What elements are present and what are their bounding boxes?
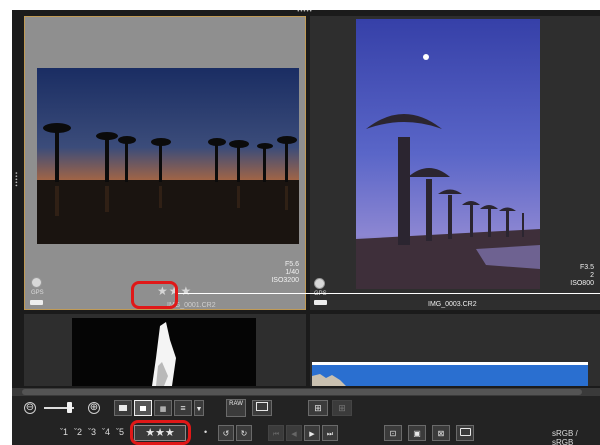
gps-label: GPS	[314, 291, 327, 297]
grid-small-icon: ▦	[159, 406, 167, 413]
edit-tag-icon	[314, 300, 327, 305]
zoom-out-button[interactable]: ⊖	[24, 402, 36, 414]
raw-button[interactable]: RAW	[226, 399, 246, 417]
callout-line	[178, 293, 600, 294]
edit-tag-icon	[30, 300, 43, 305]
star-rating-highlight	[131, 281, 178, 309]
thumbnail-image-sunset-baobabs	[37, 68, 299, 244]
thumbnail-cell[interactable]	[24, 314, 306, 386]
thumbnail-cell[interactable]: F3.5 2 ISO800 GPS IMG_0003.CR2	[310, 16, 600, 310]
skip-forward-icon: ⏭	[326, 431, 334, 438]
grid-icon: ⊞	[314, 403, 322, 413]
iso-value: ISO3200	[271, 277, 299, 284]
rating-1-button[interactable]: ˇ1	[60, 424, 68, 440]
color-profile-label: sRGB / sRGB	[552, 429, 578, 445]
grid-view-alt-button[interactable]: ⊞	[332, 400, 352, 416]
camera-icon	[459, 428, 471, 436]
left-resize-grip[interactable]: •••••	[12, 160, 18, 200]
gps-label: GPS	[31, 290, 44, 296]
rotate-right-button[interactable]: ↻	[236, 425, 252, 441]
top-resize-grip[interactable]: •••••	[290, 10, 320, 15]
camera-button[interactable]	[456, 425, 474, 441]
film-icon	[256, 402, 268, 411]
rotate-right-icon: ↻	[240, 429, 248, 438]
thumbnail-image-baobab-avenue	[356, 19, 540, 289]
slider-knob[interactable]	[67, 402, 72, 413]
square-icon	[140, 406, 146, 411]
edit-image-button[interactable]: ▣	[408, 425, 426, 441]
gps-location-icon	[314, 278, 325, 289]
shutter-value: 2	[590, 272, 594, 279]
thumbnail-image-cave	[72, 318, 256, 386]
compare-button[interactable]: ⊡	[384, 425, 402, 441]
arrow-right-icon: ▶	[309, 431, 315, 438]
close-box-icon: ⊠	[437, 429, 445, 438]
last-image-button[interactable]: ⏭	[322, 425, 338, 441]
grid-outline-icon: ⊞	[338, 403, 346, 413]
view-small-thumbnail-button[interactable]: ▦	[154, 400, 172, 416]
rotate-left-icon: ↺	[222, 429, 230, 438]
skip-back-icon: ⏮	[272, 431, 280, 438]
image-edit-icon: ▣	[413, 429, 421, 438]
single-square-icon	[119, 405, 127, 411]
delete-image-button[interactable]: ⊠	[432, 425, 450, 441]
arrow-left-icon: ◀	[291, 431, 297, 438]
view-large-thumbnail-button[interactable]	[114, 400, 132, 416]
view-toolbar: ⊖ ⊕ ▦ ≡ ▼ RAW ⊞ ⊞	[12, 396, 600, 420]
clear-rating-button[interactable]: •	[204, 424, 207, 440]
previous-image-button[interactable]: ◀	[286, 425, 302, 441]
compare-icon: ⊡	[389, 429, 397, 438]
image-browser-window: ••••• ••••• F5.6 1/40 ISO3200 GPS ★★★ IM…	[12, 10, 600, 445]
gps-location-icon	[31, 277, 42, 288]
list-icon: ≡	[180, 403, 186, 413]
rating-toolbar: ˇ1 ˇ2 ˇ3 ˇ4 ˇ5 ★★★ • ↺ ↻ ⏮ ◀ ▶ ⏭ ⊡ ▣ ⊠ s…	[12, 420, 600, 445]
rotate-left-button[interactable]: ↺	[218, 425, 234, 441]
rating-5-button[interactable]: ˇ5	[116, 424, 124, 440]
view-medium-thumbnail-button[interactable]	[134, 400, 152, 416]
filename-label: IMG_0003.CR2	[428, 301, 477, 308]
aperture-value: F5.6	[284, 261, 299, 268]
thumbnail-cell[interactable]	[310, 314, 600, 386]
horizontal-scrollbar[interactable]	[12, 388, 600, 396]
thumbnail-cell-selected[interactable]: F5.6 1/40 ISO3200 GPS ★★★ IMG_0001.CR2	[24, 16, 306, 310]
zoom-in-button[interactable]: ⊕	[88, 402, 100, 414]
rating-3-button[interactable]: ˇ3	[88, 424, 96, 440]
film-strip-button[interactable]	[252, 400, 272, 416]
chevron-down-icon: ▼	[195, 406, 203, 413]
exif-info: F3.5 2 ISO800	[570, 264, 594, 288]
grid-view-button[interactable]: ⊞	[308, 400, 328, 416]
view-menu-dropdown[interactable]: ▼	[194, 400, 204, 416]
aperture-value: F3.5	[579, 264, 594, 271]
exif-info: F5.6 1/40 ISO3200	[271, 261, 299, 285]
star-buttons-highlight	[130, 420, 191, 445]
scrollbar-thumb[interactable]	[22, 389, 582, 395]
thumbnail-image-landscape	[312, 362, 588, 386]
rating-2-button[interactable]: ˇ2	[74, 424, 82, 440]
iso-value: ISO800	[570, 280, 594, 287]
shutter-value: 1/40	[285, 269, 299, 276]
next-image-button[interactable]: ▶	[304, 425, 320, 441]
rating-4-button[interactable]: ˇ4	[102, 424, 110, 440]
view-list-button[interactable]: ≡	[174, 400, 192, 416]
first-image-button[interactable]: ⏮	[268, 425, 284, 441]
